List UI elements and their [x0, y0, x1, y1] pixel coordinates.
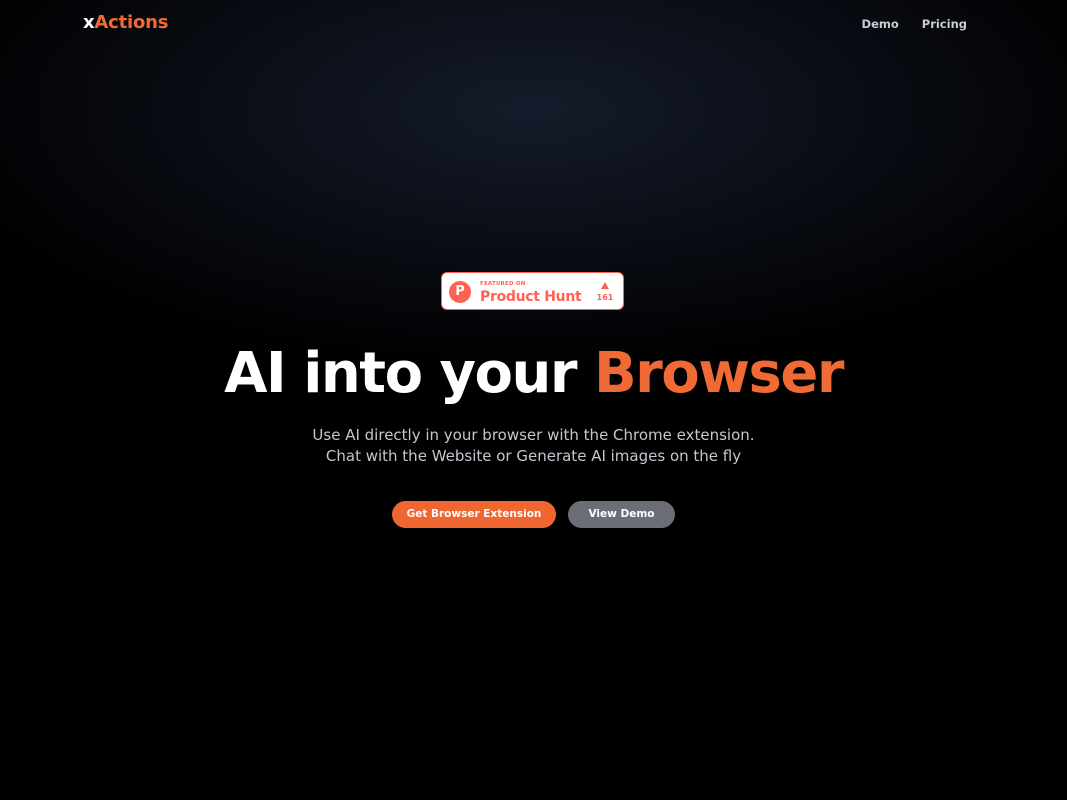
product-hunt-badge[interactable]: P FEATURED ON Product Hunt 161 [441, 272, 624, 310]
brand-logo[interactable]: xActions [83, 11, 168, 35]
hero-subtitle: Use AI directly in your browser with the… [0, 425, 1067, 467]
logo-prefix: x [83, 12, 95, 33]
upvote-count: 161 [596, 293, 614, 302]
view-demo-button[interactable]: View Demo [568, 501, 675, 528]
hero-subtitle-line-2: Chat with the Website or Generate AI ima… [325, 447, 742, 465]
get-browser-extension-button[interactable]: Get Browser Extension [392, 501, 556, 528]
hero-headline-accent: Browser [594, 341, 844, 406]
hero-subtitle-line-1: Use AI directly in your browser with the… [312, 426, 755, 444]
top-nav: Demo Pricing [862, 16, 967, 32]
hero-headline: AI into your Browser [0, 336, 1067, 412]
product-hunt-featured-label: FEATURED ON [480, 281, 526, 287]
product-hunt-icon: P [449, 281, 471, 303]
hero-headline-main: AI into your [224, 341, 594, 406]
landing-page: xActions Demo Pricing P FEATURED ON Prod… [0, 0, 1067, 800]
nav-link-pricing[interactable]: Pricing [922, 16, 967, 32]
product-hunt-name: Product Hunt [480, 289, 582, 305]
upvote-arrow-icon [601, 282, 609, 289]
cta-group: Get Browser Extension View Demo [392, 501, 675, 528]
logo-text: Actions [94, 12, 169, 33]
nav-link-demo[interactable]: Demo [862, 16, 899, 32]
